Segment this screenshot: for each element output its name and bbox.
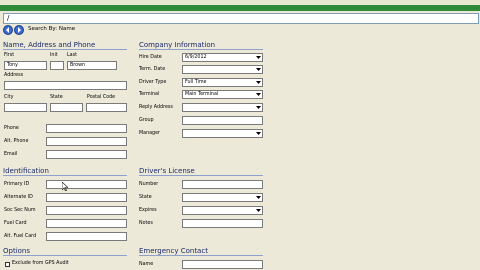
license-number-field[interactable] (182, 180, 263, 189)
arrow-right-icon (18, 27, 21, 33)
app-header-bar (0, 5, 480, 11)
chevron-down-icon (254, 66, 262, 73)
chevron-down-icon (254, 194, 262, 201)
driver-type-label: Driver Type (139, 80, 167, 85)
first-name-field[interactable]: Tony (4, 61, 47, 70)
license-state-select[interactable] (182, 193, 263, 202)
hire-date-value: 6/9/2012 (185, 55, 207, 60)
license-expires-select[interactable] (182, 206, 263, 215)
license-number-label: Number (139, 182, 159, 187)
alternate-id-label: Alternate ID (4, 195, 33, 200)
alt-phone-label: Alt. Phone (4, 139, 29, 144)
chevron-down-icon (254, 130, 262, 137)
hire-date-select[interactable]: 6/9/2012 (182, 53, 263, 62)
postal-code-label: Postal Code (87, 95, 116, 100)
city-field[interactable] (4, 103, 47, 112)
mouse-cursor-icon (62, 182, 68, 191)
search-by-label: Search By: Name (28, 26, 76, 32)
section-identification-title: Identification (3, 167, 127, 176)
phone-field[interactable] (46, 124, 127, 133)
alternate-id-field[interactable] (46, 193, 127, 202)
state-field[interactable] (50, 103, 83, 112)
group-label: Group (139, 118, 154, 123)
address-field[interactable] (4, 81, 127, 90)
section-name-address-title: Name, Address and Phone (3, 41, 127, 50)
section-emergency-title: Emergency Contact (139, 247, 263, 256)
term-date-select[interactable] (182, 65, 263, 74)
group-field[interactable] (182, 116, 263, 125)
chevron-down-icon (254, 207, 262, 214)
license-notes-field[interactable] (182, 219, 263, 228)
first-name-value: Tony (7, 63, 18, 68)
term-date-label: Term. Date (139, 67, 166, 72)
exclude-gps-checkbox[interactable] (5, 262, 10, 267)
alt-fuel-card-label: Alt. Fuel Card (4, 234, 37, 239)
chevron-down-icon (254, 91, 262, 98)
first-label: First (4, 53, 15, 58)
last-name-value: Brown (70, 63, 86, 68)
reply-address-label: Reply Address (139, 105, 173, 110)
toolbar-input-value: / (7, 14, 10, 22)
back-button[interactable] (3, 25, 13, 35)
emergency-name-field[interactable] (182, 260, 263, 269)
state-label: State (50, 95, 63, 100)
chevron-down-icon (254, 79, 262, 86)
alt-fuel-card-field[interactable] (46, 232, 127, 241)
manager-select[interactable] (182, 129, 263, 138)
chevron-down-icon (254, 54, 262, 61)
terminal-select[interactable]: Main Terminal (182, 90, 263, 99)
emergency-name-label: Name (139, 262, 154, 267)
init-label: Init (50, 53, 58, 58)
hire-date-label: Hire Date (139, 55, 162, 60)
license-notes-label: Notes (139, 221, 153, 226)
primary-id-field[interactable] (46, 180, 127, 189)
reply-address-select[interactable] (182, 103, 263, 112)
initial-field[interactable] (50, 61, 64, 70)
soc-sec-label: Soc Sec Num (4, 208, 36, 213)
primary-id-label: Primary ID (4, 182, 30, 187)
section-license-title: Driver's License (139, 167, 263, 176)
address-label: Address (4, 73, 24, 78)
fuel-card-field[interactable] (46, 219, 127, 228)
chevron-down-icon (254, 104, 262, 111)
toolbar-input[interactable]: / (3, 13, 479, 24)
email-field[interactable] (46, 150, 127, 159)
forward-button[interactable] (14, 25, 24, 35)
license-state-label: State (139, 195, 152, 200)
email-label: Email (4, 152, 18, 157)
last-label: Last (67, 53, 77, 58)
fuel-card-label: Fuel Card (4, 221, 27, 226)
manager-label: Manager (139, 131, 161, 136)
driver-type-select[interactable]: Full Time (182, 78, 263, 87)
section-company-title: Company Information (139, 41, 263, 50)
phone-label: Phone (4, 126, 19, 131)
last-name-field[interactable]: Brown (67, 61, 117, 70)
alt-phone-field[interactable] (46, 137, 127, 146)
terminal-value: Main Terminal (185, 92, 219, 97)
license-expires-label: Expires (139, 208, 157, 213)
terminal-label: Terminal (139, 92, 160, 97)
soc-sec-field[interactable] (46, 206, 127, 215)
arrow-left-icon (6, 27, 9, 33)
postal-code-field[interactable] (86, 103, 127, 112)
city-label: City (4, 95, 14, 100)
driver-type-value: Full Time (185, 80, 207, 85)
section-options-title: Options (3, 247, 127, 256)
exclude-gps-label: Exclude from GPS Audit (12, 261, 69, 266)
